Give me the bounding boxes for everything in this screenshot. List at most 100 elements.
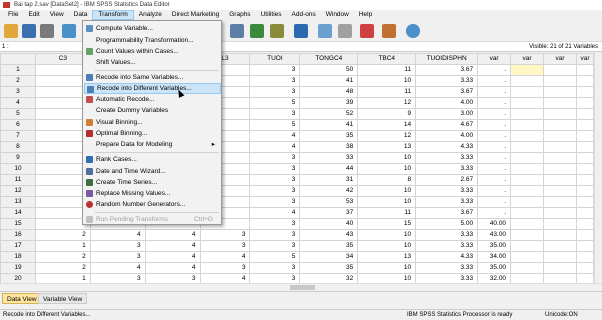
data-cell[interactable]	[543, 75, 577, 87]
menu-item-count-values[interactable]: Count Values within Cases...	[84, 46, 221, 57]
row-number[interactable]: 13	[0, 196, 36, 208]
data-cell[interactable]	[510, 218, 544, 230]
data-cell[interactable]: .	[477, 163, 512, 175]
data-cell[interactable]: 4	[249, 207, 301, 219]
data-cell[interactable]: 37	[299, 207, 359, 219]
data-cell[interactable]	[510, 240, 544, 252]
data-cell[interactable]: 39	[299, 97, 359, 109]
data-cell[interactable]: .	[477, 75, 512, 87]
data-cell[interactable]: 10	[357, 196, 417, 208]
data-cell[interactable]: 4	[144, 251, 201, 263]
data-cell[interactable]: 15	[357, 218, 417, 230]
data-cell[interactable]	[510, 97, 544, 109]
data-cell[interactable]	[543, 185, 577, 197]
data-cell[interactable]: 4.33	[415, 251, 479, 263]
split-file-icon[interactable]	[318, 24, 332, 38]
data-cell[interactable]: 4.67	[415, 119, 479, 131]
menu-item-date-time-wizard[interactable]: Date and Time Wizard...	[84, 166, 221, 177]
data-cell[interactable]: .	[477, 152, 512, 164]
variables-icon[interactable]	[270, 24, 284, 38]
horizontal-scrollbar[interactable]	[0, 283, 602, 291]
data-cell[interactable]: 1	[34, 240, 91, 252]
menu-analyze[interactable]: Analyze	[134, 10, 167, 20]
data-cell[interactable]: .	[477, 185, 512, 197]
data-cell[interactable]	[575, 152, 594, 164]
data-cell[interactable]	[575, 229, 594, 241]
dialog-recall-icon[interactable]	[62, 24, 76, 38]
data-cell[interactable]: 5	[249, 251, 301, 263]
menu-utilities[interactable]: Utilities	[256, 10, 287, 20]
data-cell[interactable]: 4.33	[415, 141, 479, 153]
print-icon[interactable]	[40, 24, 54, 38]
column-header[interactable]	[0, 53, 36, 65]
data-cell[interactable]: 3	[249, 152, 301, 164]
data-cell[interactable]: 10	[357, 163, 417, 175]
data-cell[interactable]: 48	[299, 86, 359, 98]
data-cell[interactable]: .	[477, 108, 512, 120]
data-cell[interactable]: 12	[357, 97, 417, 109]
data-cell[interactable]	[575, 273, 594, 283]
menu-edit[interactable]: Edit	[23, 10, 44, 20]
data-cell[interactable]	[510, 174, 544, 186]
data-cell[interactable]: 53	[299, 196, 359, 208]
data-cell[interactable]	[543, 64, 577, 76]
data-cell[interactable]	[510, 119, 544, 131]
menu-item-optimal-binning[interactable]: Optimal Binning...	[84, 128, 221, 139]
row-number[interactable]: 14	[0, 207, 36, 219]
data-cell[interactable]: .	[477, 119, 512, 131]
data-cell[interactable]: 10	[357, 229, 417, 241]
menu-item-compute-variable[interactable]: Compute Variable...	[84, 23, 221, 34]
data-cell[interactable]	[575, 251, 594, 263]
data-cell[interactable]: 35	[299, 130, 359, 142]
data-cell[interactable]	[510, 130, 544, 142]
data-cell[interactable]: 3	[199, 240, 251, 252]
data-cell[interactable]: 3	[249, 185, 301, 197]
data-cell[interactable]	[575, 218, 594, 230]
data-cell[interactable]: 50	[299, 64, 359, 76]
column-header[interactable]: TONGC4	[299, 53, 359, 65]
row-number[interactable]: 12	[0, 185, 36, 197]
data-cell[interactable]: 42	[299, 185, 359, 197]
data-cell[interactable]: .	[477, 207, 512, 219]
data-cell[interactable]: 38	[299, 141, 359, 153]
row-number[interactable]: 7	[0, 130, 36, 142]
data-cell[interactable]: 3	[249, 86, 301, 98]
tab-data-view[interactable]: Data View	[2, 293, 42, 304]
data-cell[interactable]	[575, 75, 594, 87]
data-cell[interactable]	[510, 152, 544, 164]
menu-item-recode-different[interactable]: Recode into Different Variables...	[84, 83, 221, 94]
data-cell[interactable]: 35	[299, 240, 359, 252]
row-number[interactable]: 3	[0, 86, 36, 98]
column-header[interactable]: var	[543, 53, 577, 65]
save-icon[interactable]	[22, 24, 36, 38]
data-cell[interactable]	[543, 196, 577, 208]
data-cell[interactable]: 13	[357, 141, 417, 153]
data-cell[interactable]: 3	[249, 64, 301, 76]
data-cell[interactable]: 43.00	[477, 229, 512, 241]
data-cell[interactable]	[510, 108, 544, 120]
menu-graphs[interactable]: Graphs	[224, 10, 255, 20]
data-cell[interactable]: .	[477, 97, 512, 109]
data-cell[interactable]: 34.00	[477, 251, 512, 263]
menu-window[interactable]: Window	[321, 10, 354, 20]
data-cell[interactable]: 3	[249, 108, 301, 120]
data-cell[interactable]: 3	[89, 273, 146, 283]
data-cell[interactable]	[575, 64, 594, 76]
data-cell[interactable]: 4.00	[415, 130, 479, 142]
data-cell[interactable]	[543, 108, 577, 120]
data-cell[interactable]	[575, 207, 594, 219]
data-cell[interactable]: 3	[249, 240, 301, 252]
data-cell[interactable]: 3	[199, 229, 251, 241]
data-cell[interactable]: 3	[249, 229, 301, 241]
data-cell[interactable]	[543, 229, 577, 241]
row-number[interactable]: 5	[0, 108, 36, 120]
data-cell[interactable]	[575, 174, 594, 186]
vertical-scrollbar[interactable]	[594, 53, 602, 283]
menu-item-programmability[interactable]: Programmability Transformation...	[84, 35, 221, 46]
data-cell[interactable]: 41	[299, 119, 359, 131]
data-cell[interactable]: 40.00	[477, 218, 512, 230]
column-header[interactable]: TBC4	[357, 53, 417, 65]
goto-variable-icon[interactable]	[250, 24, 264, 38]
row-number[interactable]: 6	[0, 119, 36, 131]
data-cell[interactable]	[543, 273, 577, 283]
